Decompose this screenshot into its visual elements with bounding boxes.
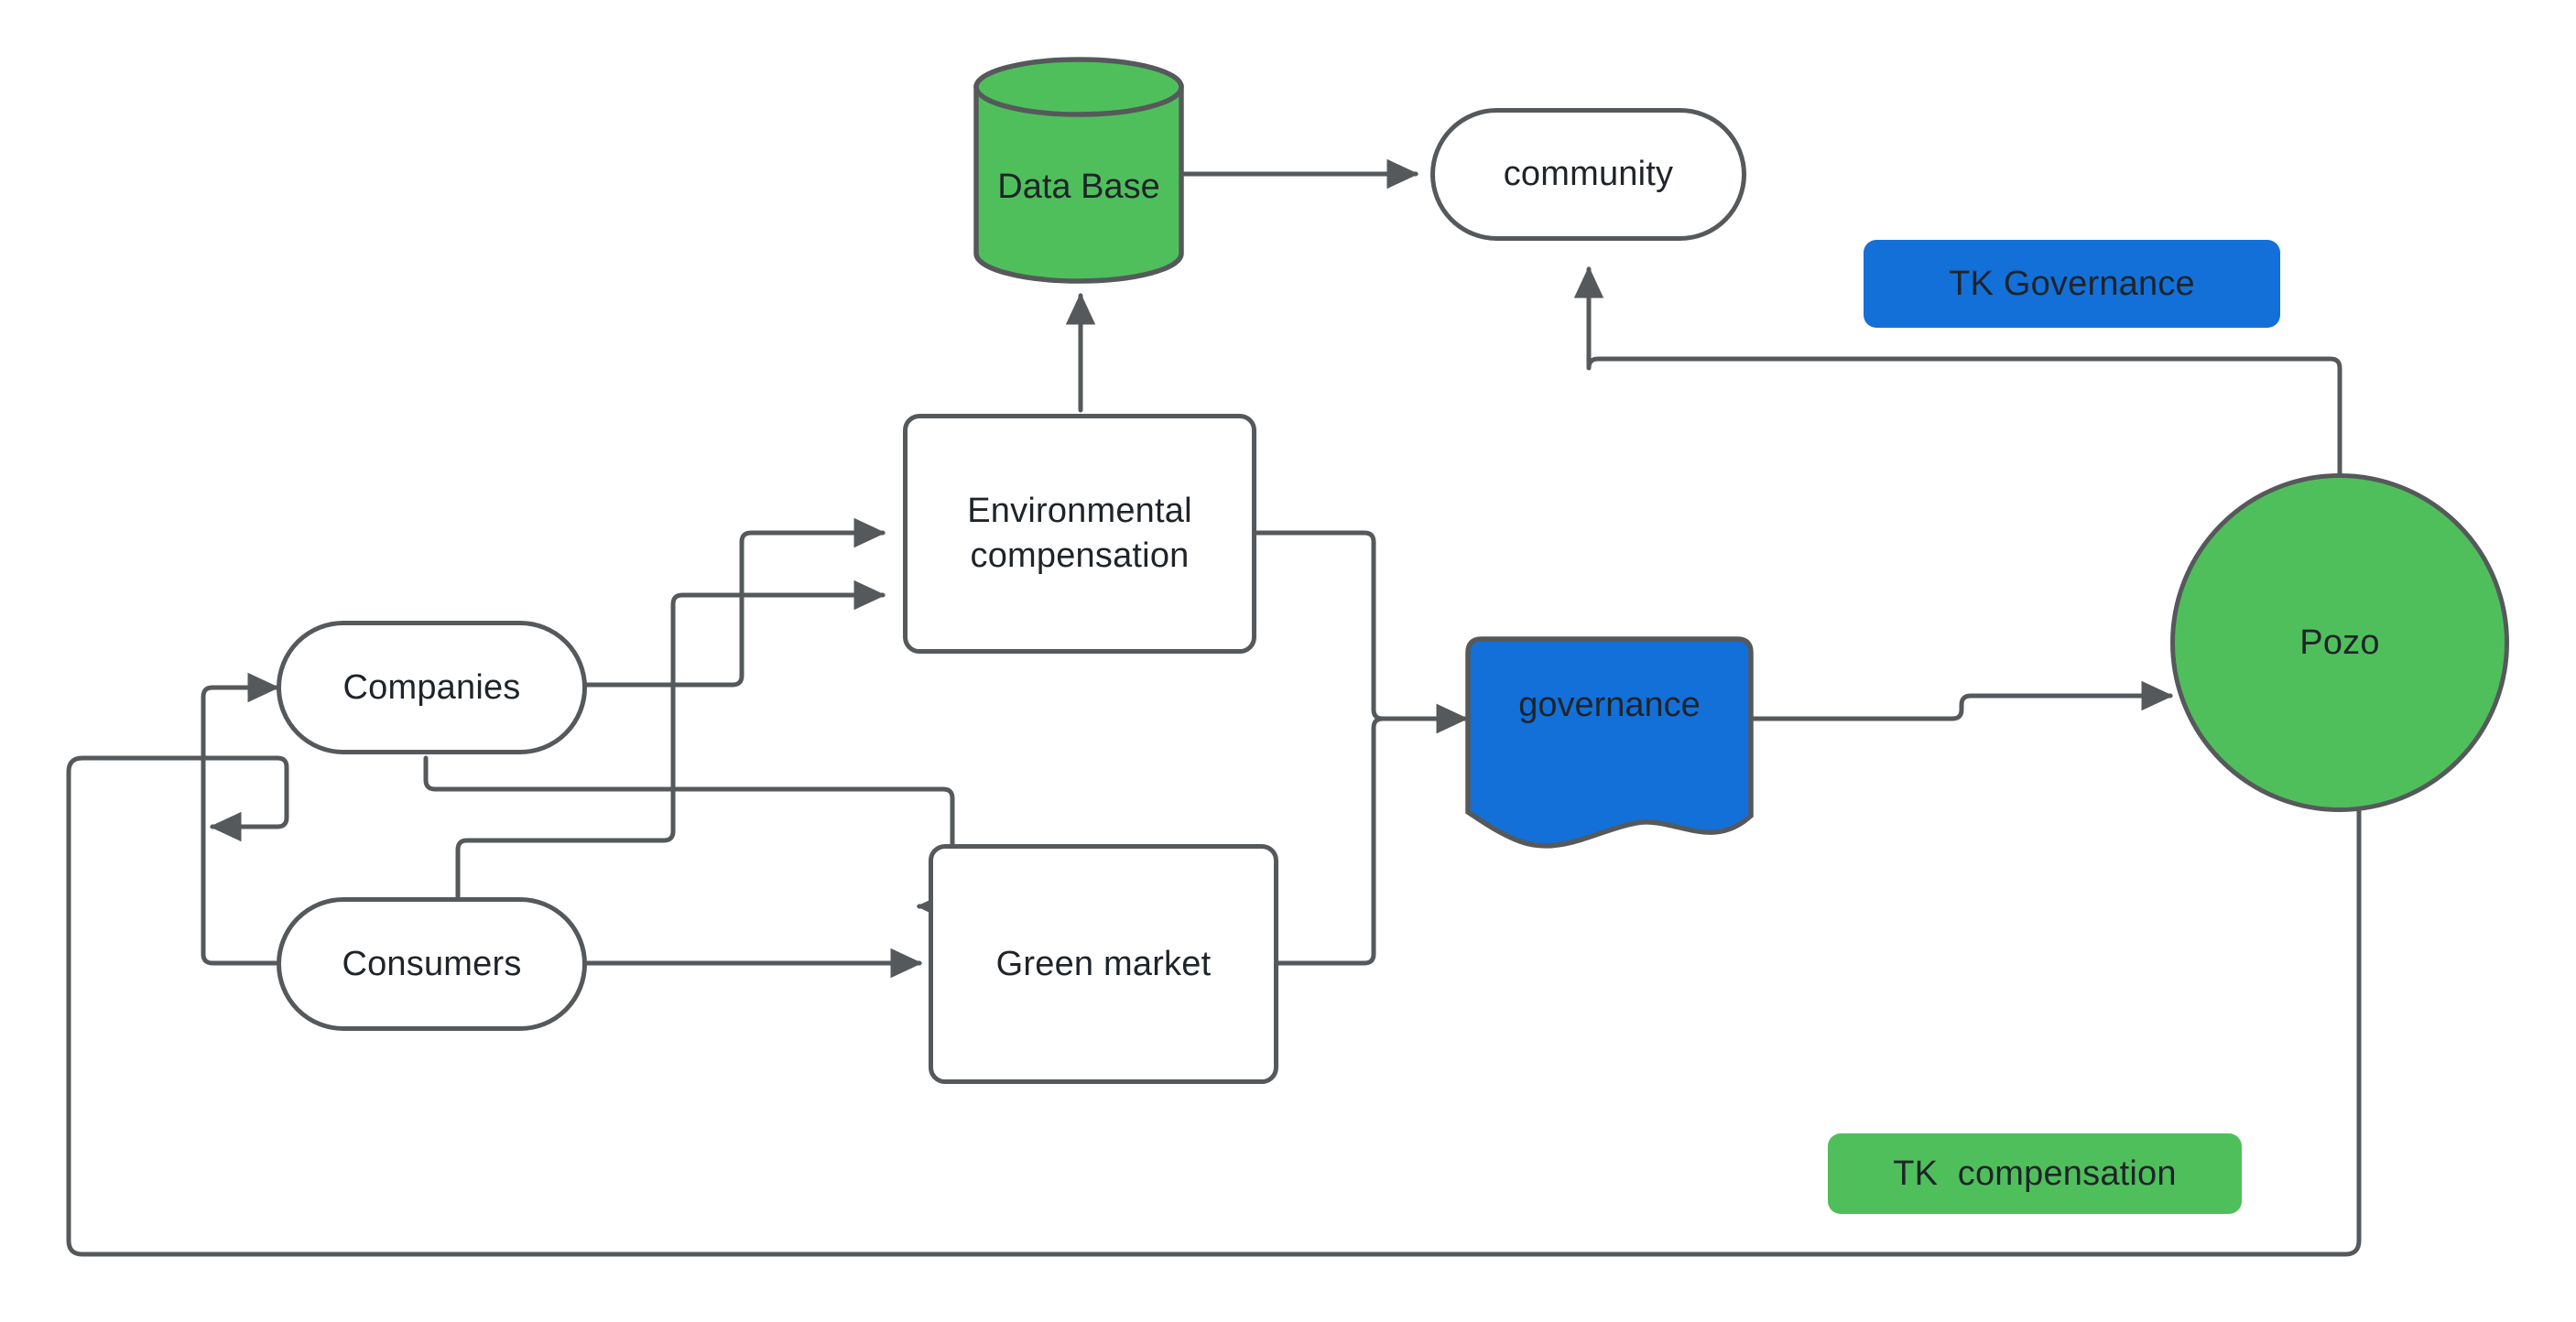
node-consumers[interactable]: Consumers — [277, 897, 587, 1031]
diagram-canvas: Data Base community TK Governance Enviro… — [0, 0, 2576, 1322]
node-community-label: community — [1503, 155, 1674, 194]
node-tk-governance-label: TK Governance — [1949, 264, 2195, 303]
edge-envcomp-to-governance — [1254, 530, 1469, 734]
node-tk-compensation-label: TK compensation — [1893, 1154, 2177, 1193]
node-governance[interactable]: governance — [1465, 636, 1754, 856]
node-green-market[interactable]: Green market — [929, 844, 1278, 1084]
node-pozo[interactable]: Pozo — [2170, 473, 2509, 812]
node-green-market-label: Green market — [995, 944, 1212, 983]
node-tk-governance[interactable]: TK Governance — [1864, 240, 2280, 328]
edge-governance-to-pozo — [1746, 680, 2174, 721]
node-community[interactable]: community — [1430, 108, 1746, 241]
node-pozo-label: Pozo — [2299, 623, 2380, 662]
edge-companies-to-greenmarket — [423, 755, 964, 922]
node-tk-compensation[interactable]: TK compensation — [1828, 1133, 2242, 1214]
node-consumers-label: Consumers — [342, 944, 522, 983]
node-environmental-compensation[interactable]: Environmental compensation — [903, 414, 1256, 654]
node-database[interactable]: Data Base — [973, 57, 1184, 284]
node-companies-label: Companies — [342, 667, 521, 707]
edge-greenmarket-to-governance — [1276, 703, 1469, 966]
node-environmental-compensation-label: Environmental compensation — [967, 492, 1192, 575]
node-companies[interactable]: Companies — [277, 621, 587, 754]
edge-companies-to-envcomp — [584, 517, 886, 688]
